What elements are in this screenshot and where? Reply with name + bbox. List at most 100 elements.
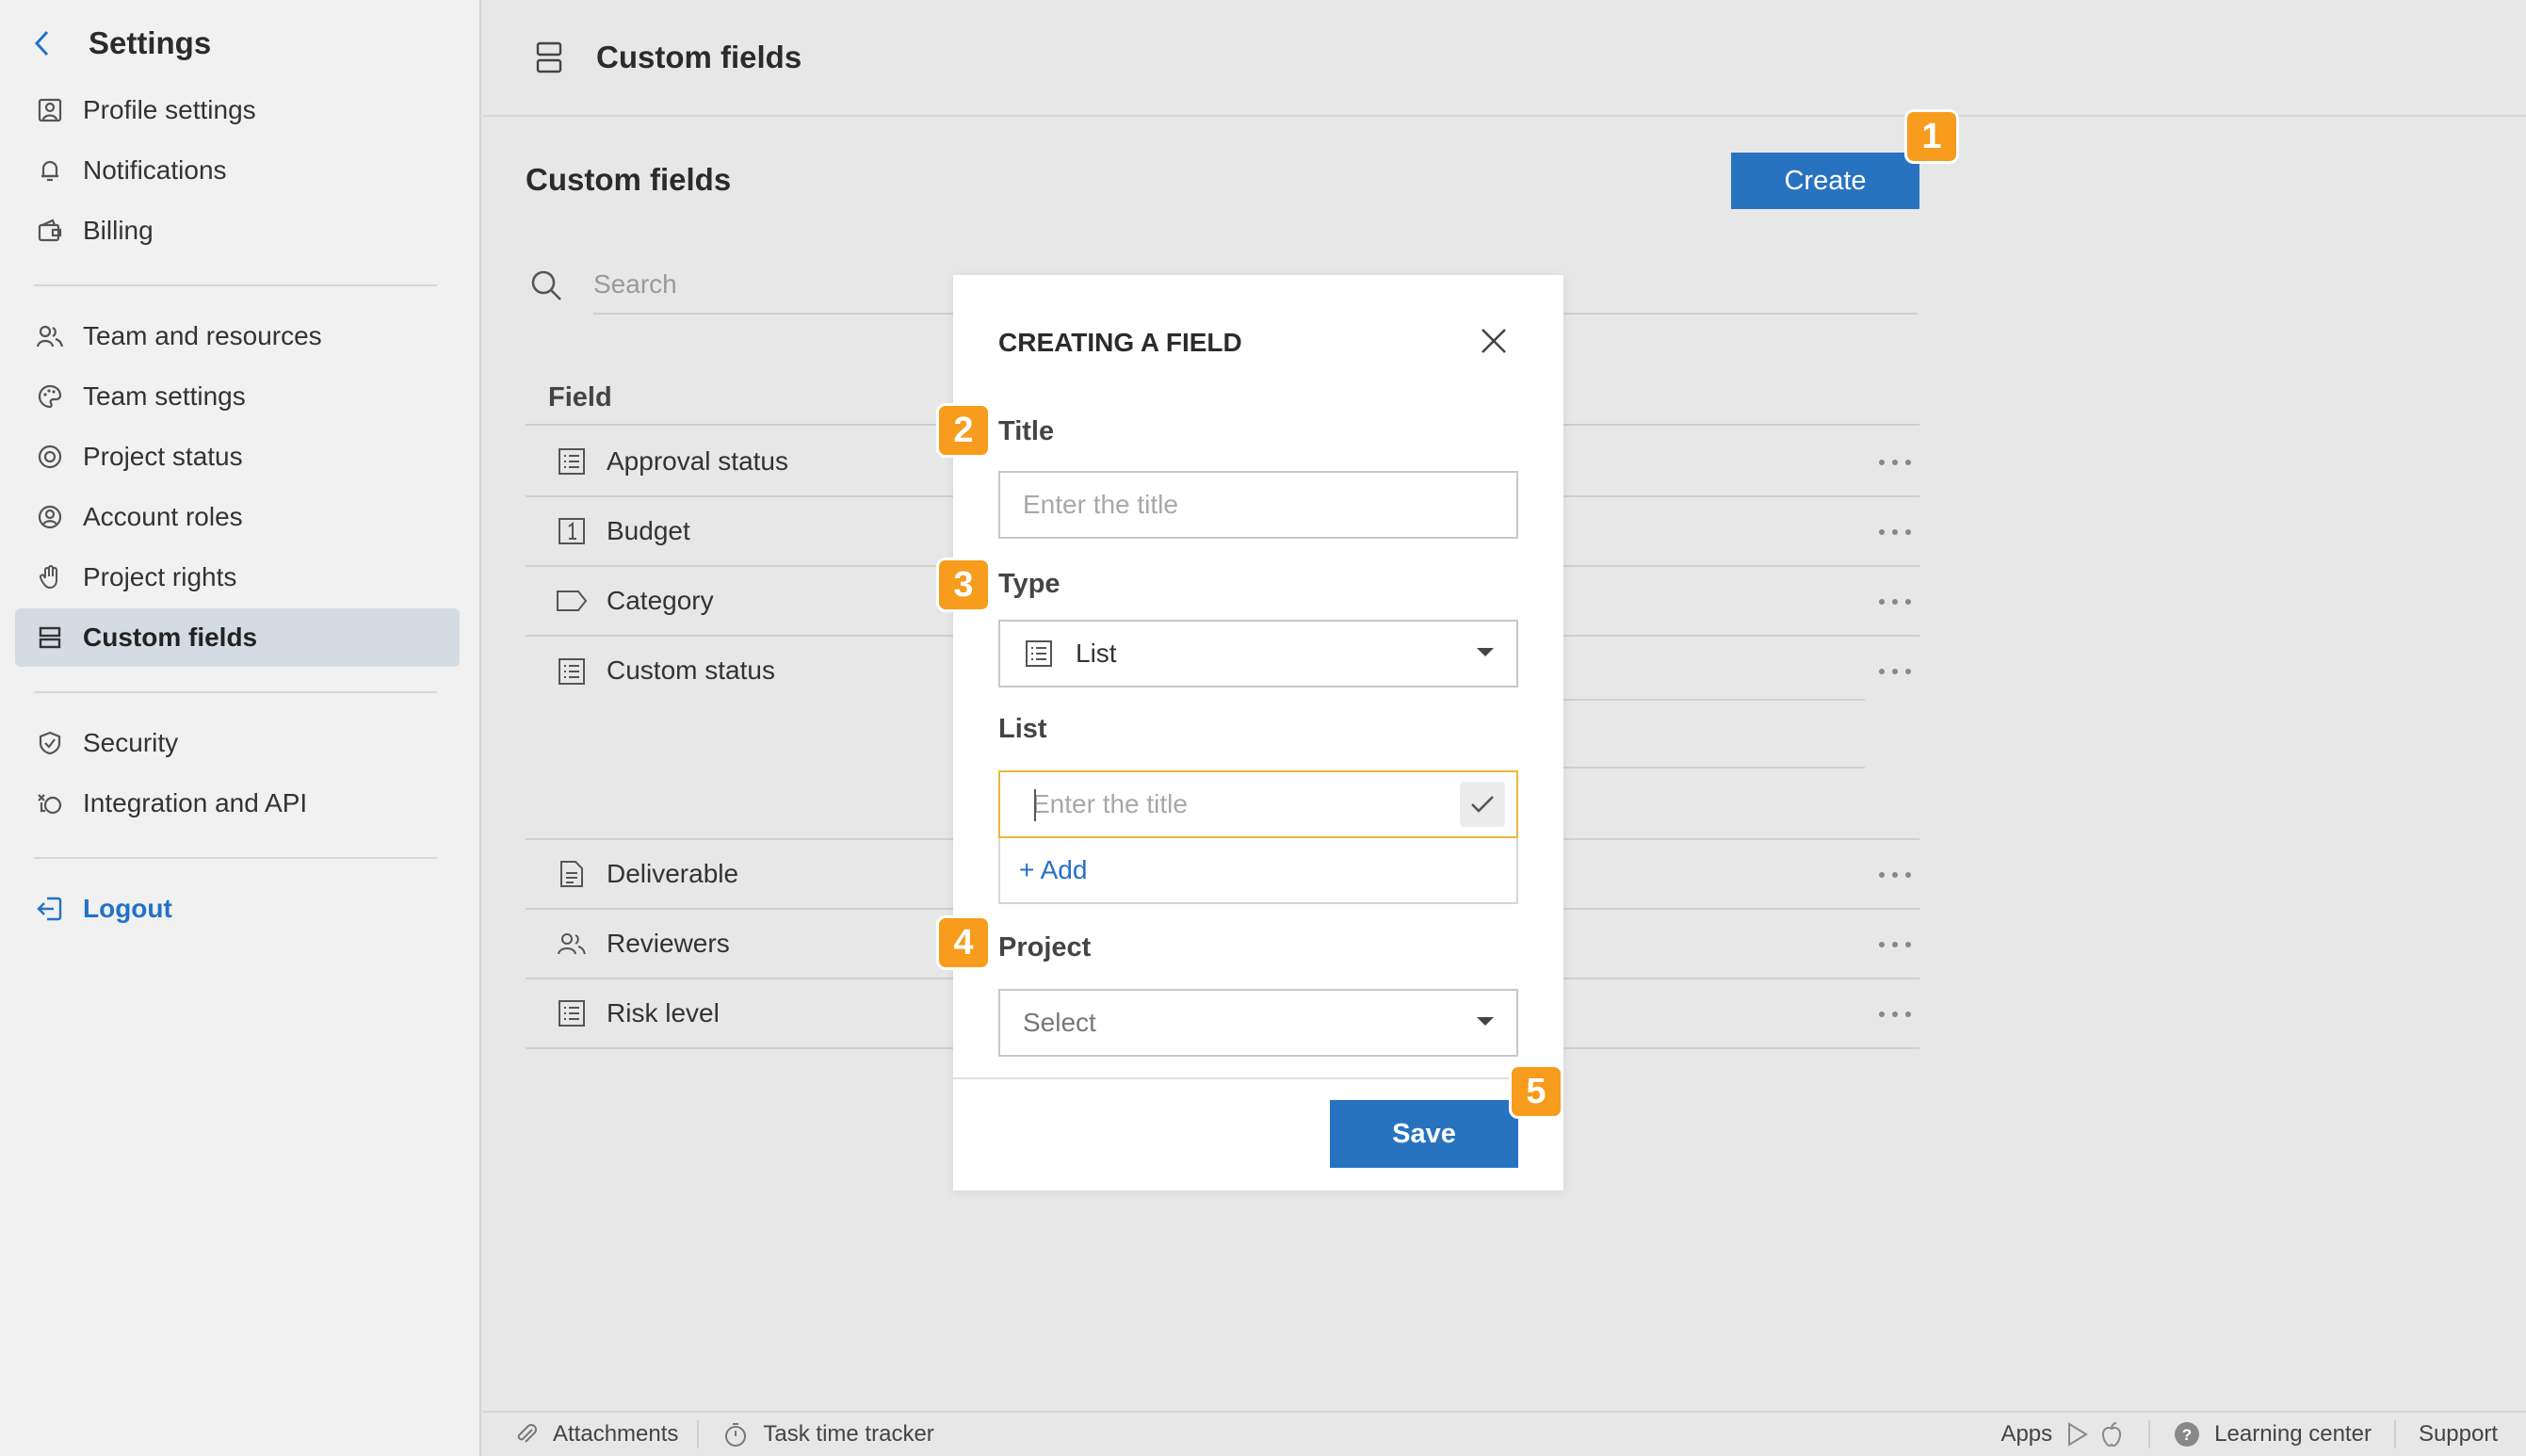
type-label: Type: [998, 569, 1061, 599]
apps-link[interactable]: Apps: [2000, 1412, 2126, 1456]
sidebar-item-label: Notifications: [83, 155, 227, 185]
support-link[interactable]: Support: [2419, 1412, 2498, 1456]
more-options-icon[interactable]: [1870, 586, 1919, 618]
custom-fields-icon: [34, 622, 66, 654]
sidebar-item-integration-and-api[interactable]: Integration and API: [15, 774, 460, 833]
step-badge-3: 3: [936, 558, 991, 612]
task-time-tracker-link[interactable]: Task time tracker: [721, 1412, 934, 1456]
chevron-down-icon: [1477, 648, 1494, 656]
more-options-icon[interactable]: [1870, 655, 1919, 688]
sidebar-item-account-roles[interactable]: Account roles: [15, 488, 460, 546]
create-field-dialog: CREATING A FIELD Title Type List List + …: [953, 275, 1563, 1190]
type-select-value: List: [1076, 639, 1117, 668]
page-header: Custom fields: [483, 0, 2526, 117]
save-button[interactable]: Save: [1330, 1100, 1518, 1168]
list-icon: [556, 655, 588, 688]
logout-icon: [34, 893, 66, 925]
more-options-icon[interactable]: [1870, 859, 1919, 891]
sidebar-header: Settings: [26, 19, 211, 68]
sidebar-item-label: Security: [83, 728, 179, 757]
time-tracker-label: Task time tracker: [763, 1421, 934, 1447]
shield-icon: [34, 727, 66, 759]
support-label: Support: [2418, 1421, 2498, 1447]
row-label: Reviewers: [607, 929, 730, 958]
sidebar-item-notifications[interactable]: Notifications: [15, 141, 460, 200]
hand-icon: [34, 561, 66, 593]
users-icon: [556, 928, 588, 960]
more-options-icon[interactable]: [1870, 929, 1919, 961]
apple-icon[interactable]: [2097, 1420, 2126, 1448]
sidebar-item-label: Project rights: [83, 562, 237, 591]
sidebar-item-project-rights[interactable]: Project rights: [15, 548, 460, 607]
sidebar-item-security[interactable]: Security: [15, 714, 460, 772]
step-badge-1: 1: [1904, 109, 1959, 164]
project-select[interactable]: Select: [998, 989, 1518, 1057]
document-icon: [556, 858, 588, 890]
play-store-icon[interactable]: [2064, 1420, 2092, 1448]
create-button[interactable]: Create: [1731, 153, 1919, 209]
sidebar-item-label: Team settings: [83, 381, 246, 411]
sidebar-item-label: Profile settings: [83, 95, 256, 124]
list-icon: [556, 997, 588, 1029]
dialog-title: CREATING A FIELD: [998, 328, 1242, 357]
svg-text:?: ?: [2182, 1426, 2192, 1444]
type-select[interactable]: List: [998, 620, 1518, 688]
section-title: Custom fields: [526, 162, 732, 197]
sidebar-divider: [34, 691, 437, 693]
bell-icon: [34, 154, 66, 186]
project-select-value: Select: [1023, 1008, 1096, 1037]
close-icon[interactable]: [1467, 315, 1520, 367]
step-badge-5: 5: [1509, 1064, 1563, 1119]
more-options-icon[interactable]: [1870, 446, 1919, 478]
learning-center-label: Learning center: [2214, 1421, 2372, 1447]
logout-link[interactable]: Logout: [15, 880, 460, 938]
profile-icon: [34, 94, 66, 126]
title-input[interactable]: [998, 471, 1518, 539]
sidebar-item-profile-settings[interactable]: Profile settings: [15, 81, 460, 139]
page-title: Custom fields: [596, 40, 802, 74]
list-item-input[interactable]: [1000, 772, 1452, 836]
number-icon: [556, 515, 588, 547]
footer-divider: [2148, 1420, 2151, 1448]
sidebar-divider: [34, 284, 437, 286]
sidebar-item-project-status[interactable]: Project status: [15, 428, 460, 486]
footer-bar: Attachments Task time tracker Apps ? Lea…: [483, 1411, 2526, 1456]
more-options-icon[interactable]: [1870, 998, 1919, 1030]
footer-divider: [697, 1420, 700, 1448]
row-label: Approval status: [607, 446, 788, 476]
sidebar-item-billing[interactable]: Billing: [15, 202, 460, 260]
row-label: Budget: [607, 516, 690, 545]
list-icon: [1023, 638, 1055, 670]
team-icon: [34, 320, 66, 352]
project-status-icon: [34, 441, 66, 473]
user-circle-icon: [34, 501, 66, 533]
search-icon: [526, 265, 567, 306]
help-icon: ?: [2173, 1420, 2201, 1448]
attachments-link[interactable]: Attachments: [511, 1412, 678, 1456]
tag-icon: [556, 585, 588, 617]
step-badge-2: 2: [936, 403, 991, 458]
project-label: Project: [998, 932, 1092, 963]
text-cursor: [1034, 789, 1036, 821]
learning-center-link[interactable]: ? Learning center: [2173, 1412, 2372, 1456]
paperclip-icon: [511, 1420, 540, 1448]
footer-divider: [2393, 1420, 2396, 1448]
title-label: Title: [998, 416, 1055, 446]
add-list-item-button[interactable]: + Add: [998, 838, 1518, 904]
sidebar-item-team-settings[interactable]: Team settings: [15, 367, 460, 426]
more-options-icon[interactable]: [1870, 516, 1919, 548]
list-icon: [556, 445, 588, 477]
stopwatch-icon: [721, 1420, 750, 1448]
check-icon[interactable]: [1460, 782, 1505, 827]
sidebar-item-team-and-resources[interactable]: Team and resources: [15, 307, 460, 365]
row-label: Risk level: [607, 998, 720, 1027]
row-label: Deliverable: [607, 859, 739, 888]
sidebar-item-label: Billing: [83, 216, 154, 245]
row-label: Custom status: [607, 655, 775, 685]
list-label: List: [998, 714, 1047, 744]
custom-fields-icon: [532, 39, 566, 76]
sidebar-item-custom-fields[interactable]: Custom fields: [15, 608, 460, 667]
palette-icon: [34, 380, 66, 413]
dialog-divider: [953, 1077, 1563, 1079]
back-icon[interactable]: [26, 19, 57, 68]
